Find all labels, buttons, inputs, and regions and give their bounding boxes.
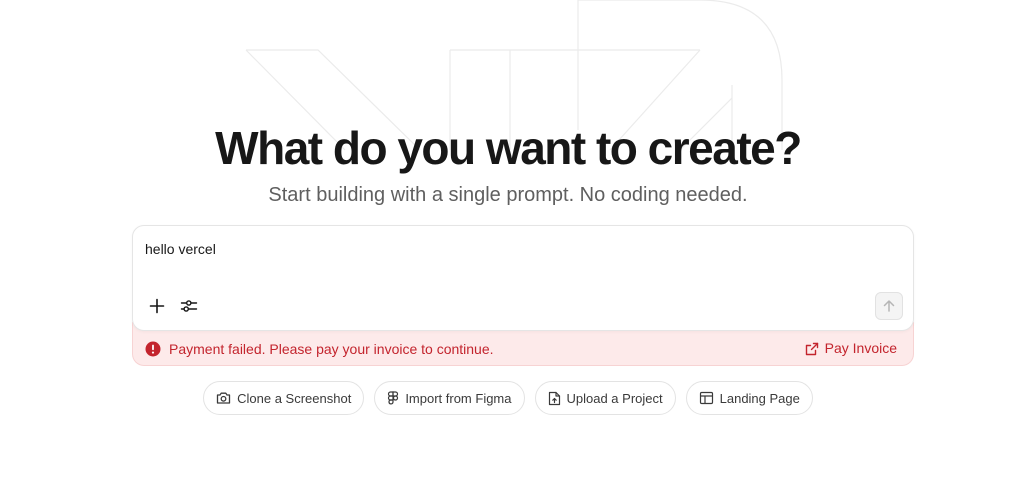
chip-label: Clone a Screenshot (237, 390, 352, 406)
prompt-input-box[interactable]: hello vercel (132, 225, 914, 331)
page-subtitle: Start building with a single prompt. No … (268, 184, 748, 206)
send-button[interactable] (875, 292, 903, 320)
chip-import-figma[interactable]: Import from Figma (374, 381, 525, 415)
external-link-icon (805, 342, 818, 355)
figma-icon (388, 391, 399, 405)
chip-landing-page[interactable]: Landing Page (685, 381, 813, 415)
alert-circle-icon (145, 341, 161, 357)
chip-upload-project[interactable]: Upload a Project (534, 381, 676, 415)
chip-label: Landing Page (719, 390, 800, 406)
page-title: What do you want to create? (215, 122, 802, 174)
sliders-icon (180, 300, 198, 312)
file-upload-icon (548, 391, 560, 405)
plus-icon (149, 298, 165, 314)
attach-button[interactable] (145, 294, 169, 318)
camera-icon (216, 392, 231, 404)
chip-clone-screenshot[interactable]: Clone a Screenshot (203, 381, 365, 415)
chip-label: Upload a Project (566, 390, 663, 406)
pay-invoice-link[interactable]: Pay Invoice (805, 340, 897, 357)
prompt-input[interactable]: hello vercel (145, 241, 216, 257)
layout-icon (699, 391, 713, 405)
suggestion-chips: Clone a Screenshot Import from Figma Upl… (0, 381, 1016, 415)
arrow-up-icon (883, 300, 895, 312)
pay-invoice-label: Pay Invoice (824, 340, 897, 356)
chip-label: Import from Figma (405, 390, 512, 406)
settings-button[interactable] (177, 294, 201, 318)
error-message: Payment failed. Please pay your invoice … (169, 341, 494, 357)
